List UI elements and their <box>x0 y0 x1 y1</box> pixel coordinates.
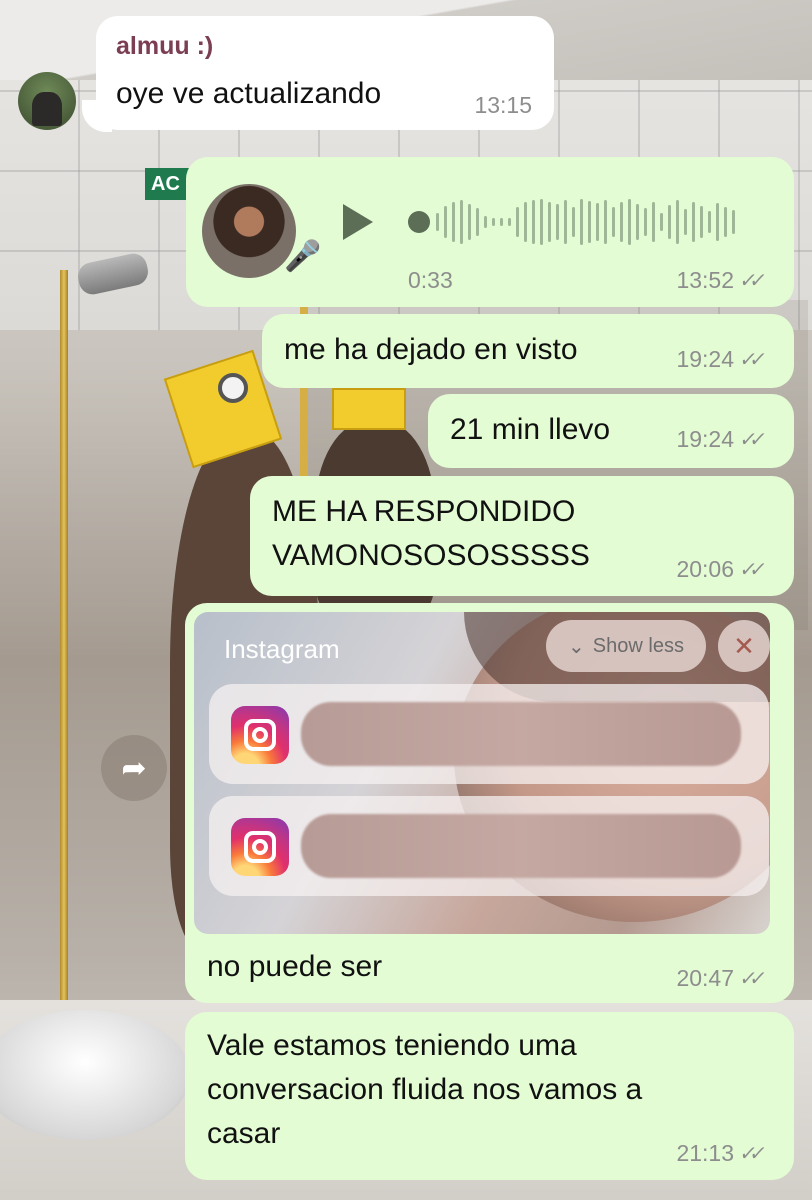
waveform-bar <box>524 202 527 242</box>
message-text: 21 min llevo <box>450 413 611 446</box>
waveform-bar <box>732 210 735 234</box>
read-receipt-icon: ✓✓ <box>737 429 762 451</box>
waveform-bar <box>564 200 567 244</box>
message-timestamp: 13:15 <box>474 92 532 118</box>
waveform-bar <box>620 202 623 242</box>
playback-scrubber-handle[interactable] <box>408 211 430 233</box>
message-timestamp: 20:47 <box>676 965 734 991</box>
waveform-bar <box>668 205 671 239</box>
message-time: 13:15 <box>474 92 532 119</box>
instagram-icon <box>231 818 289 876</box>
waveform-bar <box>708 211 711 233</box>
microphone-icon: 🎤 <box>284 240 322 273</box>
voice-note-duration: 0:33 <box>408 267 453 293</box>
message-timestamp: 21:13 <box>676 1140 734 1166</box>
instagram-notification <box>209 796 769 896</box>
waveform-bar <box>644 208 647 236</box>
forward-icon[interactable]: ➦ <box>101 735 167 801</box>
waveform-bar <box>692 202 695 242</box>
voice-note-avatar <box>202 184 296 278</box>
redacted-text <box>301 814 741 878</box>
message-text: ME HA RESPONDIDO VAMONOSOSOSSSSS <box>272 495 590 572</box>
read-receipt-icon: ✓✓ <box>737 1143 762 1165</box>
waveform-bar <box>580 199 583 245</box>
waveform-bar <box>484 216 487 228</box>
play-icon[interactable] <box>343 204 373 240</box>
message-time: 19:24 ✓✓ <box>676 346 770 373</box>
waveform-bar <box>468 204 471 240</box>
waveform-bar <box>444 206 447 238</box>
read-receipt-icon: ✓✓ <box>737 968 762 990</box>
message-text: me ha dejado en visto <box>284 333 578 366</box>
message-time: 13:52 ✓✓ <box>676 267 770 294</box>
instagram-notification <box>209 684 769 784</box>
waveform-bar <box>684 209 687 235</box>
message-time: 19:24 ✓✓ <box>676 426 770 453</box>
message-text: Vale estamos teniendo uma conversacion f… <box>207 1029 643 1150</box>
message-time: 21:13 ✓✓ <box>676 1140 770 1167</box>
waveform-bar <box>588 201 591 243</box>
waveform-bar <box>540 199 543 245</box>
message-text: oye ve actualizando <box>116 77 382 110</box>
waveform-bar <box>700 206 703 238</box>
show-less-label: Show less <box>592 634 684 657</box>
incoming-message-bubble[interactable]: almuu :) oye ve actualizando 13:15 <box>96 16 554 130</box>
message-timestamp: 20:06 <box>676 556 734 582</box>
waveform-bar <box>516 207 519 237</box>
waveform-bar <box>652 202 655 242</box>
close-icon: ✕ <box>718 620 770 672</box>
waveform-bar <box>532 200 535 244</box>
read-receipt-icon: ✓✓ <box>737 559 762 581</box>
message-time: 20:06 ✓✓ <box>676 556 770 583</box>
instagram-icon <box>231 706 289 764</box>
outgoing-message-bubble[interactable]: ME HA RESPONDIDO VAMONOSOSOSSSSS 20:06 ✓… <box>250 476 794 596</box>
waveform-bar <box>500 218 503 226</box>
read-receipt-icon: ✓✓ <box>737 270 762 292</box>
outgoing-message-bubble[interactable]: 21 min llevo 19:24 ✓✓ <box>428 394 794 468</box>
outgoing-message-bubble[interactable]: Vale estamos teniendo uma conversacion f… <box>185 1012 794 1180</box>
waveform-bar <box>660 213 663 231</box>
waveform-bar <box>716 203 719 241</box>
show-less-button: ⌄ Show less <box>546 620 706 672</box>
waveform-bar <box>572 207 575 237</box>
wallpaper-goggle-icon <box>218 373 248 403</box>
waveform-bar <box>724 207 727 237</box>
voice-waveform[interactable] <box>436 197 735 247</box>
sender-name[interactable]: almuu :) <box>116 32 213 61</box>
message-timestamp: 19:24 <box>676 426 734 452</box>
image-message-bubble[interactable]: Instagram ⌄ Show less ✕ no puede ser 20:… <box>185 603 794 1003</box>
message-timestamp: 19:24 <box>676 346 734 372</box>
waveform-bar <box>612 207 615 237</box>
wallpaper-pole <box>60 270 68 1000</box>
message-time: 20:47 ✓✓ <box>676 965 770 992</box>
notification-screenshot-image[interactable]: Instagram ⌄ Show less ✕ <box>194 612 770 934</box>
message-timestamp: 13:52 <box>676 267 734 293</box>
waveform-bar <box>460 200 463 244</box>
waveform-bar <box>548 202 551 242</box>
notification-app-title: Instagram <box>224 634 340 664</box>
outgoing-message-bubble[interactable]: me ha dejado en visto 19:24 ✓✓ <box>262 314 794 388</box>
waveform-bar <box>452 202 455 242</box>
waveform-bar <box>436 213 439 231</box>
chevron-down-icon: ⌄ <box>568 635 585 658</box>
waveform-bar <box>676 200 679 244</box>
waveform-bar <box>596 203 599 241</box>
waveform-bar <box>604 200 607 244</box>
image-caption: no puede ser <box>207 950 383 983</box>
waveform-bar <box>556 204 559 240</box>
waveform-bar <box>476 208 479 236</box>
read-receipt-icon: ✓✓ <box>737 349 762 371</box>
waveform-bar <box>492 218 495 226</box>
waveform-bar <box>636 204 639 240</box>
waveform-bar <box>508 218 511 226</box>
sender-avatar[interactable] <box>18 72 76 130</box>
waveform-bar <box>628 199 631 245</box>
wallpaper-minion-hat-right <box>332 388 406 430</box>
redacted-text <box>301 702 741 766</box>
voice-note-bubble[interactable]: 🎤 0:33 13:52 ✓✓ <box>186 157 794 307</box>
